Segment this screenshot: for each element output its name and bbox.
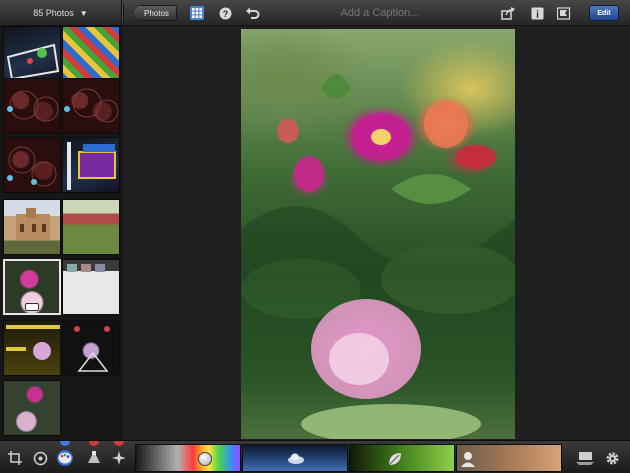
- info-icon[interactable]: i: [530, 6, 544, 20]
- brush-indicator: [89, 441, 99, 446]
- thumbnail-item[interactable]: [3, 380, 61, 436]
- flag-icon[interactable]: [557, 6, 571, 20]
- thumbnail-item[interactable]: [3, 78, 61, 134]
- thumbnail-item[interactable]: [62, 259, 120, 315]
- top-toolbar: 85 Photos ▼ Photos ? i: [0, 0, 630, 26]
- resize-grip[interactable]: [122, 4, 124, 22]
- exposure-slider[interactable]: [135, 444, 241, 472]
- help-icon[interactable]: ?: [218, 6, 232, 20]
- thumbnail-item[interactable]: [62, 199, 120, 255]
- thumbnail-item[interactable]: [62, 78, 120, 134]
- thumbnail-item[interactable]: [62, 137, 120, 193]
- thumbnail-item-selected[interactable]: [3, 259, 61, 315]
- foliage-slider[interactable]: [349, 444, 455, 472]
- slideshow-badge-icon: [25, 303, 39, 311]
- edit-button[interactable]: Edit: [589, 5, 619, 21]
- undo-icon[interactable]: [246, 6, 260, 20]
- caption-input[interactable]: [300, 6, 460, 20]
- active-indicator: [60, 441, 70, 446]
- skin-slider[interactable]: [456, 444, 562, 472]
- rotate-icon[interactable]: [32, 450, 48, 466]
- thumbnail-item[interactable]: [62, 26, 120, 82]
- back-button[interactable]: Photos: [133, 5, 177, 21]
- compare-icon[interactable]: [575, 450, 595, 466]
- crop-icon[interactable]: [7, 450, 23, 466]
- brush-icon[interactable]: [86, 441, 102, 466]
- thumbnail-item[interactable]: [3, 26, 61, 82]
- thumbnail-item[interactable]: [3, 199, 61, 255]
- help-glyph: ?: [222, 9, 228, 19]
- thumbnail-item[interactable]: [3, 320, 61, 376]
- bottom-toolbar: [0, 440, 630, 473]
- thumbnail-item[interactable]: [3, 137, 61, 193]
- thumbnail-item[interactable]: [62, 320, 120, 376]
- info-glyph: i: [536, 9, 539, 20]
- person-icon: [459, 451, 477, 467]
- cloud-icon: [287, 451, 305, 467]
- palette-icon[interactable]: [57, 441, 73, 466]
- app-window: 85 Photos ▼ Photos ? i: [0, 0, 630, 473]
- thumbnail-strip[interactable]: [0, 26, 122, 440]
- grid-icon[interactable]: [190, 6, 204, 20]
- photo-canvas[interactable]: [122, 26, 630, 440]
- sky-slider[interactable]: [242, 444, 348, 472]
- share-icon[interactable]: [501, 6, 515, 20]
- effects-indicator: [114, 441, 124, 446]
- exposure-slider-knob[interactable]: [198, 452, 212, 466]
- leaf-icon: [386, 451, 404, 467]
- main-photo[interactable]: [241, 29, 515, 439]
- dropdown-caret-icon: ▼: [79, 8, 88, 18]
- effects-icon[interactable]: [111, 441, 127, 466]
- album-selector[interactable]: 85 Photos ▼: [0, 0, 122, 26]
- gear-icon[interactable]: [604, 450, 620, 466]
- album-label: 85 Photos: [33, 8, 74, 18]
